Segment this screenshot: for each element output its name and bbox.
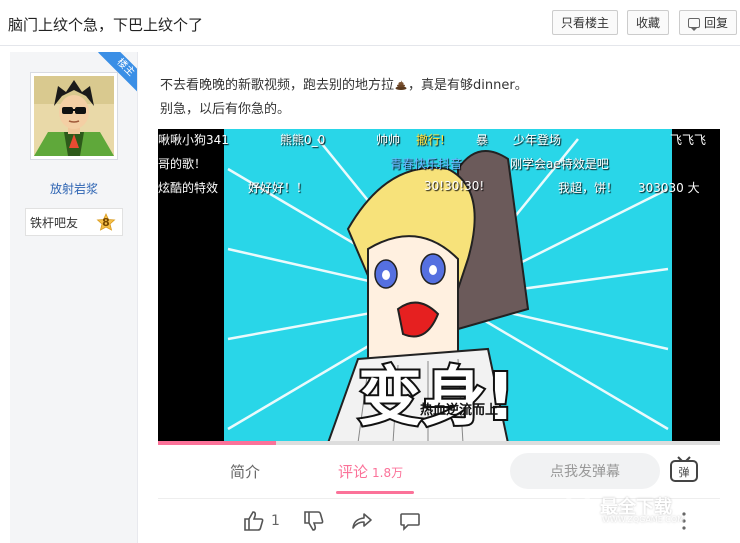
danmaku-comment: 30!30!30! [424, 179, 485, 193]
video-tabs: 简介 评论 1.8万 点我发弹幕 弹 [158, 445, 720, 499]
tab-intro[interactable]: 简介 [230, 461, 260, 482]
danmaku-comment: 少年登场 [513, 133, 562, 147]
danmaku-comment: 炫酷的特效 [158, 181, 219, 195]
video-subtitle: 热血逆流而上 [420, 403, 499, 418]
danmaku-toggle-button[interactable]: 弹 [668, 455, 700, 483]
danmaku-toggle-label: 弹 [679, 465, 690, 479]
post-line-1: 不去看晚晚的新歌视频，跑去别的地方拉 ，真是有够dinner。 [160, 74, 528, 98]
danmaku-comment: 啾啾小狗341 [158, 133, 229, 147]
like-icon[interactable] [242, 509, 266, 533]
danmaku-comment: 我超，饼！ [558, 181, 619, 195]
active-tab-underline [336, 491, 414, 494]
avatar[interactable] [34, 76, 114, 156]
watermark-subtext: WWW.ZQGAME.COM [602, 515, 685, 524]
danmaku-comment: 熊熊0_0 [280, 133, 326, 147]
danmaku-comment: 303030 大 [638, 181, 700, 195]
reply-button-label: 回复 [704, 16, 729, 30]
like-count: 1 [271, 513, 280, 529]
author-column: 楼主 放射岩浆 铁杆吧友 8 [10, 52, 138, 543]
video-player[interactable]: 变身! 啾啾小狗341 熊熊0_0 帅帅 撤行! 暴 少年登场 飞飞飞 哥的歌！… [158, 129, 720, 443]
danmaku-comment: 哥的歌！ [158, 157, 207, 171]
danmaku-comment: 刚学会ae特效是吧 [510, 157, 609, 171]
video-frame: 变身! [158, 129, 720, 443]
author-name[interactable]: 放射岩浆 [10, 180, 138, 197]
danmaku-comment: 暴 [476, 133, 489, 147]
level-number: 8 [102, 216, 110, 229]
share-icon[interactable] [350, 509, 374, 533]
tab-comments[interactable]: 评论 1.8万 [338, 461, 403, 482]
level-badge-icon: 8 [96, 213, 116, 233]
avatar-frame[interactable] [30, 72, 118, 160]
post: 楼主 放射岩浆 铁杆吧友 8 不去看晚晚的新歌视频，跑去别的地方拉 ，真是有够d… [10, 52, 740, 543]
dislike-icon[interactable] [302, 509, 326, 533]
danmaku-comment: 撤行! [416, 133, 445, 147]
member-badge-label: 铁杆吧友 [30, 215, 79, 230]
post-text-part: 不去看晚晚的新歌视频，跑去别的地方拉 [160, 78, 395, 93]
danmaku-input[interactable]: 点我发弹幕 [510, 453, 660, 489]
reply-icon [688, 17, 700, 31]
danmaku-comment: 青春快乐抖音 [390, 157, 463, 171]
tab-comments-label: 评论 [338, 463, 369, 481]
reply-button[interactable]: 回复 [679, 10, 737, 35]
danmaku-comment: 帅帅 [376, 133, 401, 147]
svg-text:变身!: 变身! [358, 361, 515, 435]
watermark-logo [561, 493, 595, 527]
danmaku-comment: 飞飞飞 [670, 133, 707, 147]
danmaku-toggle-icon: 弹 [670, 456, 698, 482]
comment-icon[interactable] [398, 509, 422, 533]
favorite-button[interactable]: 收藏 [627, 10, 669, 35]
post-text-part: ，真是有够dinner。 [408, 78, 528, 93]
only-op-button[interactable]: 只看楼主 [552, 10, 618, 35]
member-badge[interactable]: 铁杆吧友 8 [25, 208, 123, 236]
embedded-screenshot[interactable]: 变身! 啾啾小狗341 熊熊0_0 帅帅 撤行! 暴 少年登场 飞飞飞 哥的歌！… [158, 129, 720, 543]
watermark: 最全下载 WWW.ZQGAME.COM [560, 493, 710, 527]
post-line-2: 别急，以后有你急的。 [160, 102, 291, 117]
danmaku-comment: 好好好！！ [248, 181, 309, 195]
thread-header: 脑门上纹个急，下巴上纹个了 只看楼主 收藏 回复 [0, 0, 740, 46]
poop-icon [395, 80, 407, 90]
post-content: 不去看晚晚的新歌视频，跑去别的地方拉 ，真是有够dinner。 别急，以后有你急的… [160, 74, 528, 122]
comment-count: 1.8万 [372, 466, 404, 480]
thread-title: 脑门上纹个急，下巴上纹个了 [8, 16, 204, 34]
